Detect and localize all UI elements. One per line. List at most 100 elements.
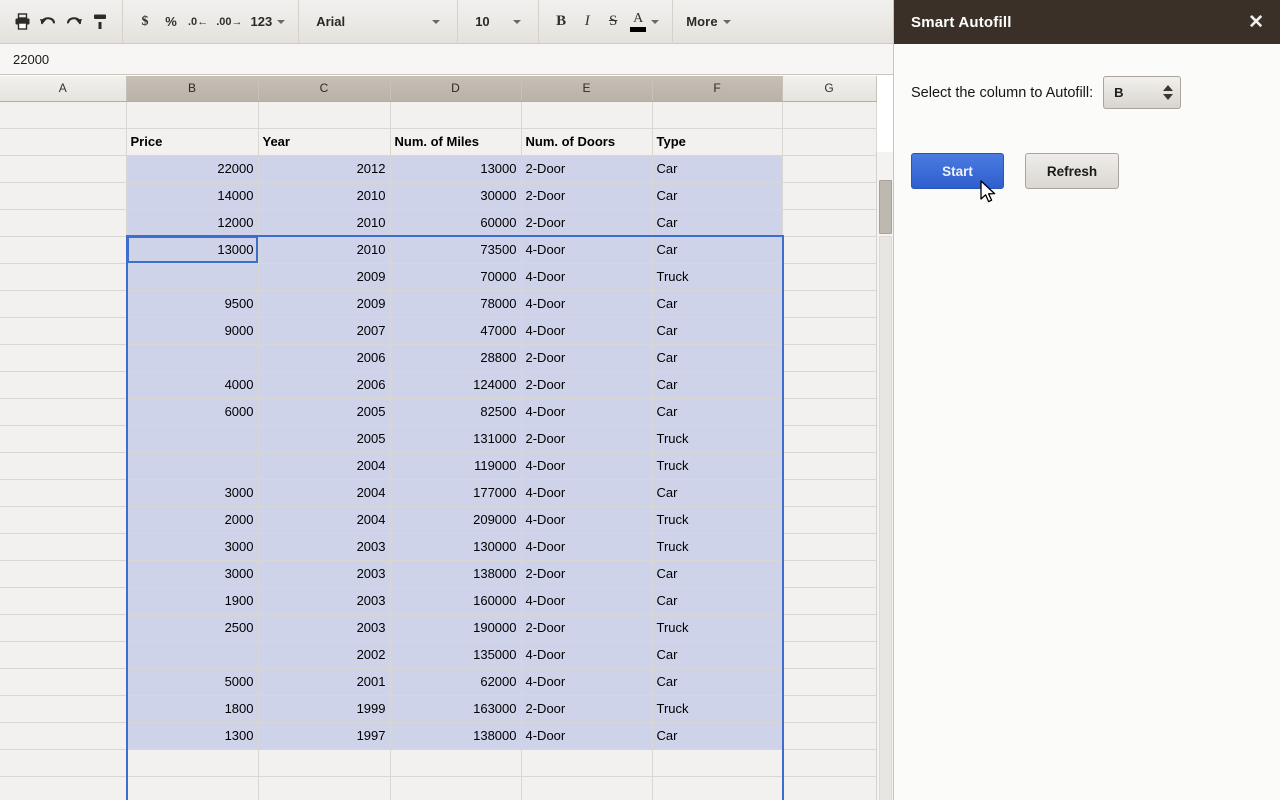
cell-g[interactable]: [782, 236, 876, 263]
cell-g[interactable]: [782, 317, 876, 344]
cell-price[interactable]: 3000: [126, 533, 258, 560]
dollar-icon[interactable]: $: [132, 8, 158, 36]
decrease-decimal-icon[interactable]: .0←: [184, 8, 212, 36]
formula-bar[interactable]: 22000: [0, 44, 893, 75]
cell-miles[interactable]: 138000: [390, 560, 521, 587]
cell-doors[interactable]: 2-Door: [521, 209, 652, 236]
cell-g[interactable]: [782, 479, 876, 506]
cell-g[interactable]: [782, 398, 876, 425]
cell-price[interactable]: 3000: [126, 479, 258, 506]
cell-price[interactable]: 13000: [126, 236, 258, 263]
cell-year[interactable]: 2012: [258, 155, 390, 182]
cell-price[interactable]: 1900: [126, 587, 258, 614]
cell-empty[interactable]: [390, 776, 521, 800]
paint-format-icon[interactable]: [87, 8, 113, 36]
cell-g[interactable]: [782, 155, 876, 182]
cell-year[interactable]: 2003: [258, 614, 390, 641]
cell-g[interactable]: [782, 560, 876, 587]
cell-a[interactable]: [0, 317, 126, 344]
cell-a[interactable]: [0, 641, 126, 668]
cell-empty[interactable]: [258, 749, 390, 776]
cell-type[interactable]: Car: [652, 344, 782, 371]
cell-empty[interactable]: [652, 776, 782, 800]
cell-year[interactable]: 2005: [258, 425, 390, 452]
cell-empty[interactable]: [652, 749, 782, 776]
cell-g[interactable]: [782, 641, 876, 668]
cell-year[interactable]: 1999: [258, 695, 390, 722]
cell-a[interactable]: [0, 695, 126, 722]
cell-miles[interactable]: 163000: [390, 695, 521, 722]
cell-doors[interactable]: 4-Door: [521, 236, 652, 263]
cell-year[interactable]: 2005: [258, 398, 390, 425]
cell-a[interactable]: [0, 209, 126, 236]
cell-empty[interactable]: [0, 776, 126, 800]
cell-year[interactable]: 2006: [258, 344, 390, 371]
cell-empty[interactable]: [126, 101, 258, 128]
cell-g[interactable]: [782, 182, 876, 209]
table-header-3[interactable]: Num. of Miles: [390, 128, 521, 155]
close-icon[interactable]: ✕: [1248, 13, 1264, 32]
cell-miles[interactable]: 177000: [390, 479, 521, 506]
cell-g[interactable]: [782, 290, 876, 317]
text-color-button[interactable]: A: [626, 8, 663, 36]
cell-type[interactable]: Car: [652, 479, 782, 506]
cell-type[interactable]: Car: [652, 371, 782, 398]
cell-empty[interactable]: [126, 749, 258, 776]
table-header-5[interactable]: Type: [652, 128, 782, 155]
cell-a[interactable]: [0, 614, 126, 641]
cell-type[interactable]: Car: [652, 722, 782, 749]
cell-empty[interactable]: [782, 749, 876, 776]
cell-price[interactable]: 22000: [126, 155, 258, 182]
cell-type[interactable]: Truck: [652, 695, 782, 722]
cell-price[interactable]: 4000: [126, 371, 258, 398]
cell-doors[interactable]: 4-Door: [521, 506, 652, 533]
cell-doors[interactable]: 4-Door: [521, 668, 652, 695]
chevron-down-icon[interactable]: [1163, 94, 1173, 100]
cell-g[interactable]: [782, 614, 876, 641]
cell-miles[interactable]: 73500: [390, 236, 521, 263]
cell-a[interactable]: [0, 533, 126, 560]
cell-year[interactable]: 2009: [258, 290, 390, 317]
cell-doors[interactable]: 2-Door: [521, 155, 652, 182]
cell-empty[interactable]: [521, 101, 652, 128]
cell-doors[interactable]: 4-Door: [521, 722, 652, 749]
cell-a[interactable]: [0, 506, 126, 533]
cell-type[interactable]: Car: [652, 290, 782, 317]
vertical-scrollbar-track[interactable]: [879, 236, 892, 800]
cell-doors[interactable]: 4-Door: [521, 290, 652, 317]
column-header-d[interactable]: D: [390, 76, 521, 101]
vertical-scrollbar-thumb[interactable]: [879, 180, 892, 234]
percent-icon[interactable]: %: [158, 8, 184, 36]
vertical-scrollbar[interactable]: [876, 152, 893, 800]
italic-button[interactable]: I: [574, 8, 600, 36]
cell-miles[interactable]: 190000: [390, 614, 521, 641]
cell-type[interactable]: Car: [652, 209, 782, 236]
cell-year[interactable]: 2002: [258, 641, 390, 668]
cell-year[interactable]: 2006: [258, 371, 390, 398]
cell-a[interactable]: [0, 371, 126, 398]
cell-price[interactable]: 2500: [126, 614, 258, 641]
cell-a[interactable]: [0, 182, 126, 209]
cell-price[interactable]: 5000: [126, 668, 258, 695]
cell-g[interactable]: [782, 533, 876, 560]
column-select-stepper[interactable]: B: [1103, 76, 1181, 109]
cell-type[interactable]: Truck: [652, 263, 782, 290]
cell-miles[interactable]: 30000: [390, 182, 521, 209]
cell-a-header[interactable]: [0, 128, 126, 155]
font-size-select[interactable]: 10: [467, 8, 529, 36]
cell-empty[interactable]: [258, 101, 390, 128]
cell-g[interactable]: [782, 668, 876, 695]
cell-g[interactable]: [782, 695, 876, 722]
cell-g[interactable]: [782, 722, 876, 749]
cell-g[interactable]: [782, 209, 876, 236]
cell-a[interactable]: [0, 425, 126, 452]
column-header-e[interactable]: E: [521, 76, 652, 101]
cell-miles[interactable]: 13000: [390, 155, 521, 182]
cell-g-header[interactable]: [782, 128, 876, 155]
cell-miles[interactable]: 119000: [390, 452, 521, 479]
undo-icon[interactable]: [35, 8, 61, 36]
cell-g[interactable]: [782, 371, 876, 398]
cell-year[interactable]: 2004: [258, 506, 390, 533]
stepper-arrows-icon[interactable]: [1163, 85, 1173, 100]
cell-miles[interactable]: 135000: [390, 641, 521, 668]
